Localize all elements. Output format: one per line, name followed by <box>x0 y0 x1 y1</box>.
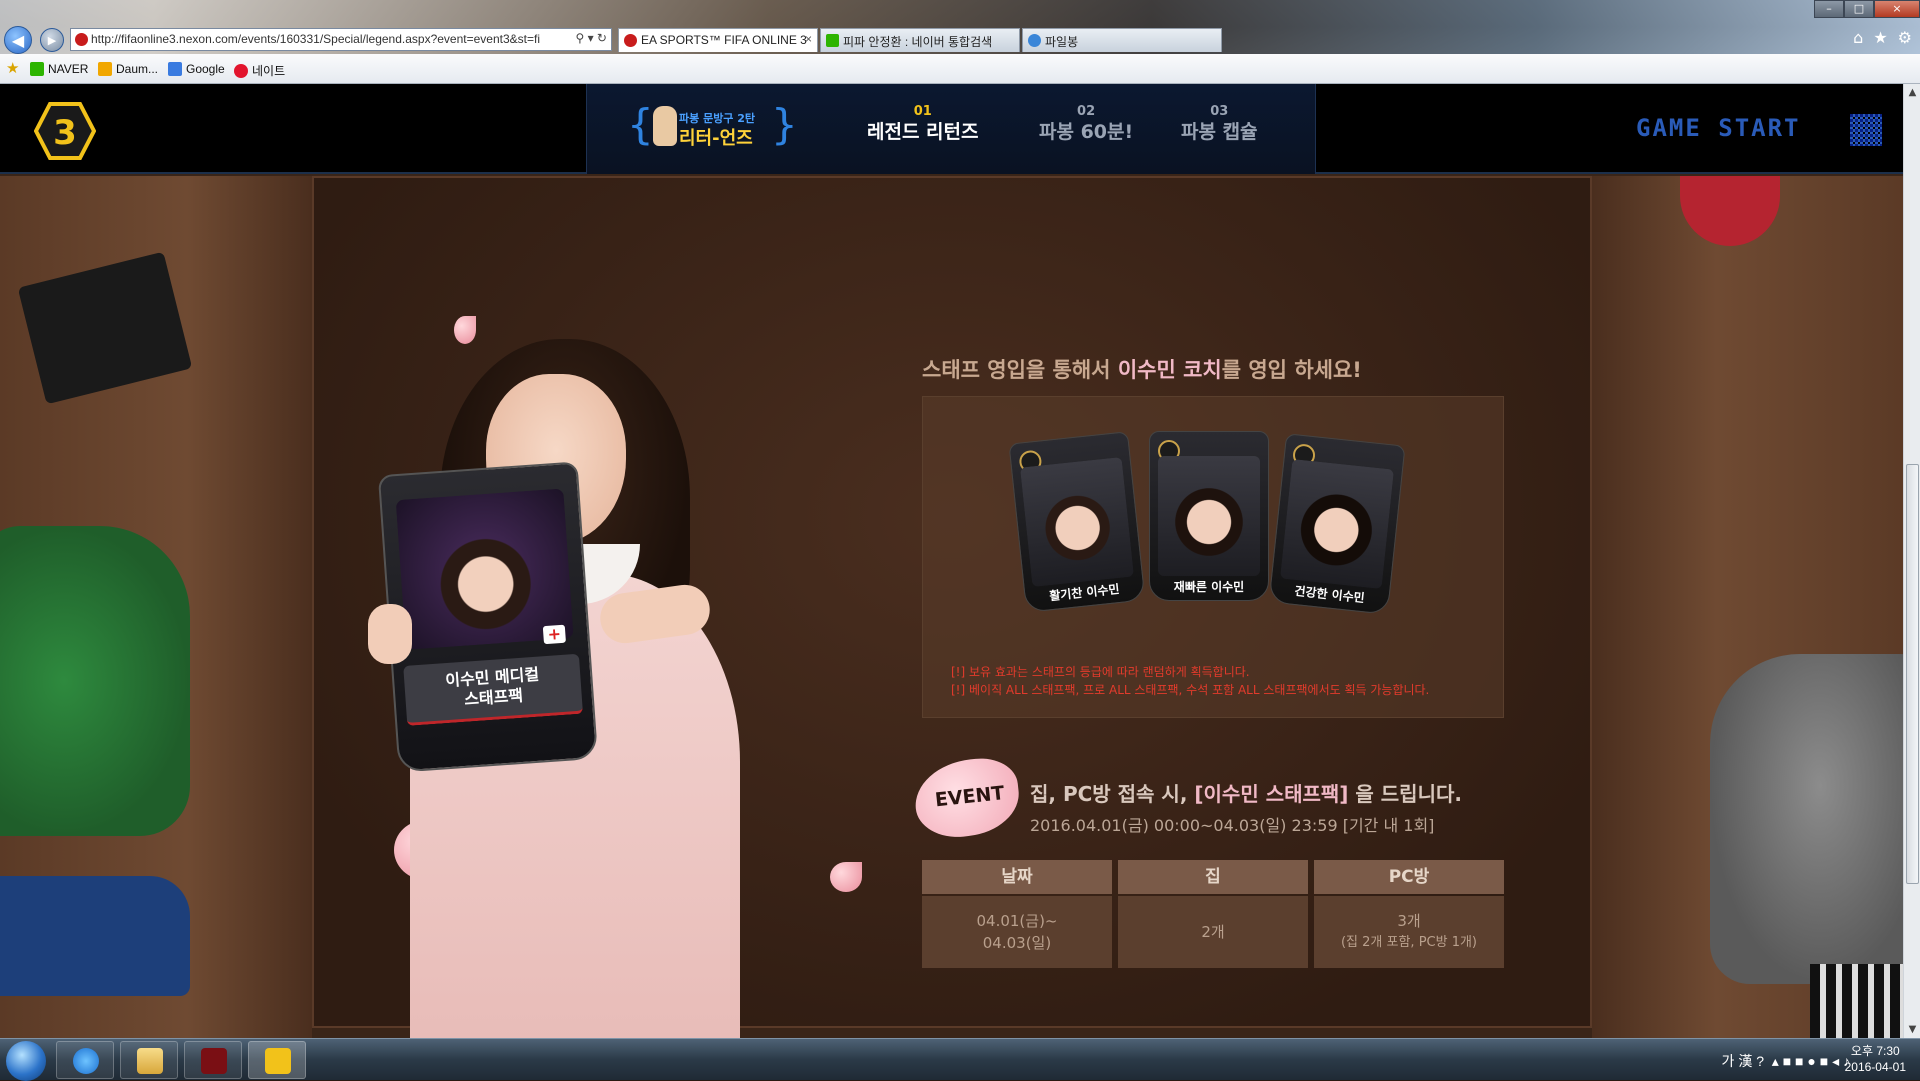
table-cell-pcbang: 3개 (집 2개 포함, PC방 1개) <box>1314 896 1504 968</box>
clock[interactable]: 오후 7:30 2016-04-01 <box>1845 1043 1906 1075</box>
medical-cross-icon: + <box>542 624 566 645</box>
staff-photo <box>1158 456 1260 576</box>
forward-button[interactable]: ▶ <box>40 28 64 52</box>
favorite-google[interactable]: Google <box>168 62 225 76</box>
scroll-up-icon[interactable]: ▲ <box>1904 84 1920 101</box>
site-favicon <box>75 33 88 46</box>
hoodie-decoration <box>0 526 190 836</box>
staff-photo <box>1020 456 1134 588</box>
notice-text: [!] 보유 효과는 스태프의 등급에 따라 랜덤하게 획득합니다. [!] 베… <box>951 665 1430 697</box>
striped-pants-decoration <box>1810 964 1903 1038</box>
staff-card-healthy: 건강한 이수민 <box>1268 433 1406 615</box>
fifa3-icon <box>265 1048 291 1074</box>
arrow-right-icon: ▶ <box>47 33 57 47</box>
favorite-nate[interactable]: 네이트 <box>234 62 285 79</box>
window-controls: – □ × <box>1814 0 1920 18</box>
windows-taskbar: 가 漢 ? ▴ ■ ■ ● ■ ◂ ♪ 오후 7:30 2016-04-01 <box>0 1038 1920 1081</box>
daum-icon <box>98 62 112 76</box>
event-nav: { 파봉 문방구 2탄 리터-언즈 } 01 레전드 리턴즈 02 파봉 60분… <box>586 84 1316 174</box>
grid-icon <box>1850 114 1882 146</box>
scroll-thumb[interactable] <box>1906 464 1919 884</box>
url-text: http://fifaonline3.nexon.com/events/1603… <box>91 32 540 46</box>
star-icon[interactable]: ★ <box>1873 28 1887 47</box>
table-header-date: 날짜 <box>922 860 1112 894</box>
staff-card-lively: 활기찬 이수민 <box>1008 431 1146 613</box>
address-bar[interactable]: http://fifaonline3.nexon.com/events/1603… <box>70 28 612 51</box>
address-controls[interactable]: ⚲ ▾ ↻ <box>571 31 607 45</box>
taskbar-ie[interactable] <box>56 1041 114 1079</box>
staff-photo <box>1280 458 1394 590</box>
table-header-home: 집 <box>1118 860 1308 894</box>
table-header-pcbang: PC방 <box>1314 860 1504 894</box>
reward-table: 날짜 집 PC방 04.01(금)~ 04.03(일) 2개 3개 (집 2개 … <box>922 860 1504 970</box>
gear-icon[interactable]: ⚙ <box>1898 28 1912 47</box>
maximize-button[interactable]: □ <box>1844 0 1874 18</box>
sweater-decoration <box>1710 654 1903 984</box>
tab-fifa[interactable]: EA SPORTS™ FIFA ONLINE 3 × <box>618 28 818 52</box>
web-page: 3 { 파봉 문방구 2탄 리터-언즈 } 01 레전드 리턴즈 02 파봉 6… <box>0 84 1903 1038</box>
close-window-button[interactable]: × <box>1874 0 1920 18</box>
favorites-star-icon[interactable]: ★ <box>6 59 19 77</box>
nav-legend-returns[interactable]: 01 레전드 리턴즈 <box>867 104 979 144</box>
promo-banner[interactable]: { 파봉 문방구 2탄 리터-언즈 } <box>627 102 798 154</box>
table-cell-date: 04.01(금)~ 04.03(일) <box>922 896 1112 968</box>
svg-text:3: 3 <box>53 113 77 153</box>
flash-icon <box>201 1048 227 1074</box>
favorite-naver[interactable]: NAVER <box>30 62 88 76</box>
browser-titlebar: – □ × ◀ ▶ http://fifaonline3.nexon.com/e… <box>0 0 1920 54</box>
naver-icon <box>30 62 44 76</box>
game-start-button[interactable]: GAME START <box>1636 114 1882 146</box>
fifa-online-3-logo[interactable]: 3 <box>34 102 96 160</box>
taskbar-explorer[interactable] <box>120 1041 178 1079</box>
ie-icon <box>73 1048 99 1074</box>
staff-headline: 스태프 영입을 통해서 이수민 코치를 영입 하세요! <box>922 358 1362 382</box>
notebook-decoration <box>17 251 193 405</box>
taskbar-flash[interactable] <box>184 1041 242 1079</box>
skirt-decoration <box>0 876 190 996</box>
tab-pailbong[interactable]: 파일봉 <box>1022 28 1222 52</box>
vertical-scrollbar[interactable]: ▲ ▼ <box>1903 84 1920 1038</box>
nate-icon <box>234 64 248 78</box>
petal-decoration <box>830 862 862 892</box>
system-tray[interactable]: 가 漢 ? ▴ ■ ■ ● ■ ◂ ♪ <box>1722 1051 1850 1071</box>
favorite-daum[interactable]: Daum... <box>98 62 158 76</box>
google-icon <box>168 62 182 76</box>
taskbar-fifa3[interactable] <box>248 1041 306 1079</box>
model-hand <box>368 604 412 664</box>
event-title: 집, PC방 접속 시, [이수민 스태프팩] 을 드립니다. <box>1030 782 1462 806</box>
staff-card-quick: 재빠른 이수민 <box>1149 431 1269 601</box>
event-date: 2016.04.01(금) 00:00~04.03(일) 23:59 [기간 내… <box>1030 816 1435 835</box>
background-left <box>0 176 312 1038</box>
tab-naver-search[interactable]: 피파 안정환 : 네이버 통합검색 <box>820 28 1020 52</box>
naver-favicon <box>826 34 839 47</box>
arrow-left-icon: ◀ <box>11 30 25 50</box>
browser-toolbar-icons: ⌂ ★ ⚙ <box>1853 28 1912 47</box>
staff-card-box: 활기찬 이수민 재빠른 이수민 건강한 이수민 [!] 보유 효과는 스태프의 … <box>922 396 1504 718</box>
scroll-down-icon[interactable]: ▼ <box>1904 1021 1920 1038</box>
tab-close-icon[interactable]: × <box>805 32 812 46</box>
folder-icon <box>137 1048 163 1074</box>
favorites-bar: ★ NAVER Daum... Google 네이트 <box>0 54 1920 84</box>
nav-pabong-60[interactable]: 02 파봉 60분! <box>1039 104 1133 144</box>
back-button[interactable]: ◀ <box>4 26 32 54</box>
thumbs-up-icon <box>653 106 677 146</box>
table-cell-home: 2개 <box>1118 896 1308 968</box>
petal-decoration <box>454 316 476 344</box>
fifa-favicon <box>624 34 637 47</box>
site-header: 3 { 파봉 문방구 2탄 리터-언즈 } 01 레전드 리턴즈 02 파봉 6… <box>0 84 1903 174</box>
home-icon[interactable]: ⌂ <box>1853 28 1863 47</box>
nav-pabong-capsule[interactable]: 03 파봉 캡슐 <box>1181 104 1258 144</box>
ie-favicon <box>1028 34 1041 47</box>
start-button[interactable] <box>6 1041 46 1081</box>
minimize-button[interactable]: – <box>1814 0 1844 18</box>
